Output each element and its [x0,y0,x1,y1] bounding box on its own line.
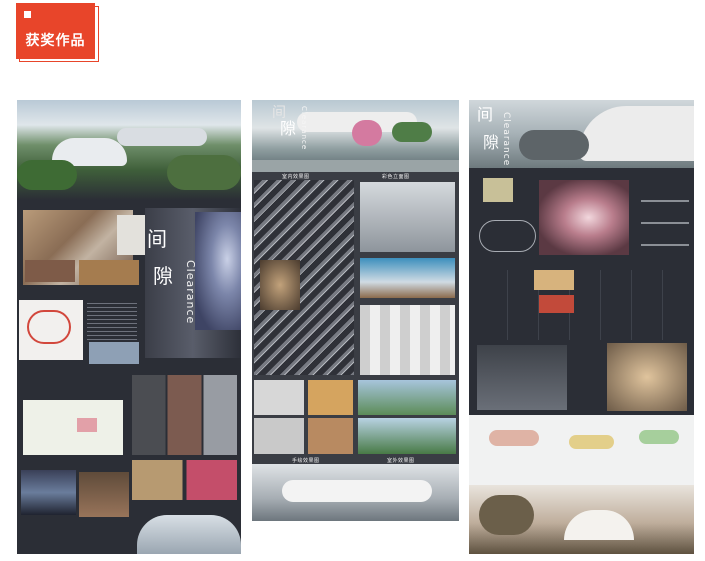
exploded-layer [489,430,539,446]
poster2-title-en: Clearance [300,106,308,151]
photo-grid [132,375,237,455]
site-photo [483,178,513,202]
tree-cluster [392,122,432,142]
badge-square-icon [24,11,31,18]
poster1-title-char1: 间 [147,227,167,251]
form-diagram [641,180,689,250]
sculpture-render [477,345,567,410]
poster3-title-char1: 间 [477,105,494,124]
award-badge: 获奖作品 [16,3,95,59]
city-photo [79,472,129,517]
poster1-title-char2: 隙 [153,264,173,288]
section-drawing [477,270,687,340]
interior-render [260,260,300,310]
building-shape [117,128,207,146]
section-photo [539,295,574,313]
plan-drawing [23,400,123,455]
collage-photo [79,260,139,285]
section-label-interior: 室内效果图 [282,174,310,180]
elevation-render [360,305,455,375]
outdoor-render [358,418,456,454]
poster1-title-en: Clearance [184,260,197,325]
outdoor-render [358,380,456,415]
sculpture-render [607,343,687,411]
exploded-layer [569,435,614,449]
poster2-title-char2: 隙 [280,119,297,138]
section-label-outdoor: 室外效果图 [387,458,415,464]
analysis-text [87,300,137,342]
flower-tree [352,120,382,146]
tree-cluster [479,495,534,535]
poster3-title-en: Clearance [501,112,511,167]
aerial-photo [89,342,139,364]
plan-drawing-mark [77,418,97,432]
poster-image-3[interactable]: 间 隙 Clearance [469,100,694,554]
exploded-diagram [469,415,694,485]
section-photo [534,270,574,290]
hall-render [195,212,241,330]
building-shape [282,480,432,502]
form-diagram [479,220,536,252]
elevation-render [360,258,455,298]
sketch-render [254,418,304,454]
bottom-render [137,515,241,554]
badge-title: 获奖作品 [25,33,86,49]
poster3-title-char2: 隙 [483,133,500,152]
poster-image-1[interactable]: 间 隙 Clearance [17,100,241,554]
section-label-sketch: 手绘效果图 [292,458,320,464]
site-map-overlay [27,310,71,344]
collage-photo [25,260,75,282]
interior-render [539,180,629,255]
building-shape [519,130,589,160]
sketch-render [308,380,353,415]
tree-cluster [167,155,241,190]
elevation-render [360,182,455,252]
night-photo [21,470,76,515]
poster-image-2[interactable]: 间 隙 Clearance 室内效果图 彩色立面图 手绘效果图 室外效果图 [252,100,459,521]
collage-photo [117,215,147,255]
photo-grid [132,460,237,500]
sketch-render [308,418,353,454]
sketch-render [254,380,304,415]
plaza-render [252,160,459,172]
exploded-layer [639,430,679,444]
tree-cluster [17,160,77,190]
section-label-color: 彩色立面图 [382,174,410,180]
